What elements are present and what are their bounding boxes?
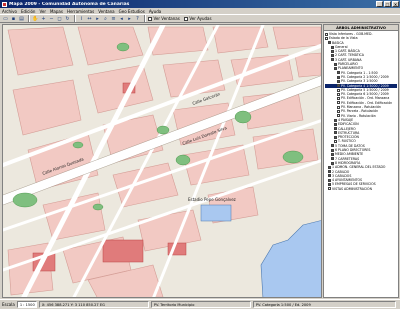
toolbar-separator [74, 15, 76, 22]
layer-tree-item[interactable]: VISTAS ADMINISTRACIÓN [325, 187, 397, 191]
layer-checkbox[interactable] [325, 36, 328, 40]
layer-panel: ÁRBOL ADMINISTRATIVO Vista Inferiores - … [323, 24, 399, 298]
layer-checkbox[interactable] [328, 165, 331, 169]
layer-checkbox[interactable] [337, 75, 340, 79]
menu-geo-estudios[interactable]: Geo Estudios [119, 9, 145, 14]
title-bar: Mapa 2009 - Comunidad Autónoma de Canari… [0, 0, 400, 8]
layer-checkbox[interactable] [331, 58, 334, 62]
status-bar: Escala 1 : 1500 X: 456 388.271 Y: 3 110 … [0, 299, 400, 309]
info-icon[interactable]: i [78, 15, 85, 22]
menu-mapas[interactable]: Mapas [50, 9, 63, 14]
layer-status: PV. Territorio Municipio [150, 301, 251, 308]
menu-ayuda[interactable]: Ayuda [149, 9, 161, 14]
category-status: PV. Categoría 1:500 / Ed. 2009 [252, 301, 396, 308]
layer-checkbox[interactable] [331, 152, 334, 156]
toolbar-separator [144, 15, 146, 22]
menu-edicion[interactable]: Edición [21, 9, 35, 14]
print-icon[interactable]: ▤ [18, 15, 25, 22]
measure-icon[interactable]: ↔ [86, 15, 93, 22]
layer-checkbox[interactable] [331, 144, 334, 148]
layer-checkbox[interactable] [331, 157, 334, 161]
zoom-out-icon[interactable]: − [48, 15, 55, 22]
select-icon[interactable]: ▸ [94, 15, 101, 22]
layer-label: VISTAS ADMINISTRACIÓN [332, 186, 372, 191]
layer-checkbox[interactable] [334, 127, 337, 131]
street-label: Estadio Pepe Gonçalvez [188, 197, 236, 202]
layer-checkbox[interactable] [325, 32, 328, 36]
zoom-in-icon[interactable]: + [40, 15, 47, 22]
menu-herramientas[interactable]: Herramientas [67, 9, 94, 14]
help-icon[interactable]: ? [134, 15, 141, 22]
layer-checkbox[interactable] [331, 49, 334, 53]
layer-checkbox[interactable] [337, 84, 340, 88]
window-title: Mapa 2009 - Comunidad Autónoma de Canari… [9, 1, 130, 7]
coords-readout: X: 456 388.271 Y: 3 110 850.27 EG [38, 301, 149, 308]
toolbar-separator [28, 15, 30, 22]
refresh-icon[interactable]: ↻ [64, 15, 71, 22]
layer-checkbox[interactable] [334, 67, 337, 71]
menu-archivo[interactable]: Archivo [2, 9, 17, 14]
layer-checkbox[interactable] [337, 92, 340, 96]
zoom-extent-icon[interactable]: ◻ [56, 15, 63, 22]
layer-checkbox[interactable] [328, 41, 331, 45]
toolbar: ▭ ▪ ▤ ✋ + − ◻ ↻ i ↔ ▸ ⌕ ≡ ◂ ▸ ? Ver Vent… [0, 14, 400, 23]
search-icon[interactable]: ⌕ [102, 15, 109, 22]
layer-checkbox[interactable] [337, 97, 340, 101]
layer-checkbox[interactable] [337, 88, 340, 92]
layer-checkbox[interactable] [337, 101, 340, 105]
layer-tree: Vista Inferiores - GOB.MED. Estado de la … [324, 31, 398, 192]
scale-select[interactable]: 1 : 1500 [16, 301, 37, 308]
layer-checkbox[interactable] [328, 183, 331, 187]
app-icon [2, 1, 7, 7]
scale-label: Escala [2, 302, 15, 307]
layer-checkbox[interactable] [328, 174, 331, 178]
layer-checkbox[interactable] [334, 118, 337, 122]
layer-checkbox[interactable] [331, 45, 334, 49]
close-button[interactable]: × [392, 1, 399, 7]
layer-checkbox[interactable] [334, 122, 337, 126]
ver-ayudas-checkbox[interactable]: Ver Ayudas [183, 16, 212, 21]
menu-ver[interactable]: Ver [39, 9, 46, 14]
minimize-button[interactable]: _ [376, 1, 383, 7]
forward-icon[interactable]: ▸ [126, 15, 133, 22]
layer-checkbox[interactable] [334, 135, 337, 139]
back-icon[interactable]: ◂ [118, 15, 125, 22]
maximize-button[interactable]: □ [384, 1, 391, 7]
menu-ventana[interactable]: Ventana [98, 9, 114, 14]
layer-checkbox[interactable] [337, 105, 340, 109]
pan-icon[interactable]: ✋ [32, 15, 39, 22]
stadium [200, 204, 232, 222]
layer-checkbox[interactable] [337, 79, 340, 83]
map-canvas[interactable]: Calle Alonso Quesada Calle Galcerán Call… [2, 24, 322, 298]
layer-checkbox[interactable] [328, 170, 331, 174]
save-icon[interactable]: ▪ [10, 15, 17, 22]
layer-checkbox[interactable] [331, 161, 334, 165]
open-icon[interactable]: ▭ [2, 15, 9, 22]
map-svg: Calle Alonso Quesada Calle Galcerán Call… [3, 25, 321, 297]
layer-checkbox[interactable] [337, 109, 340, 113]
layer-checkbox[interactable] [334, 131, 337, 135]
layer-checkbox[interactable] [331, 54, 334, 58]
layer-checkbox[interactable] [328, 178, 331, 182]
layer-checkbox[interactable] [337, 71, 340, 75]
layer-checkbox[interactable] [334, 140, 337, 144]
layer-checkbox[interactable] [334, 62, 337, 66]
layer-checkbox[interactable] [331, 148, 334, 152]
ver-ventanas-checkbox[interactable]: Ver Ventanas [148, 16, 180, 21]
layer-checkbox[interactable] [337, 114, 340, 118]
layer-checkbox[interactable] [328, 187, 331, 191]
layers-icon[interactable]: ≡ [110, 15, 117, 22]
